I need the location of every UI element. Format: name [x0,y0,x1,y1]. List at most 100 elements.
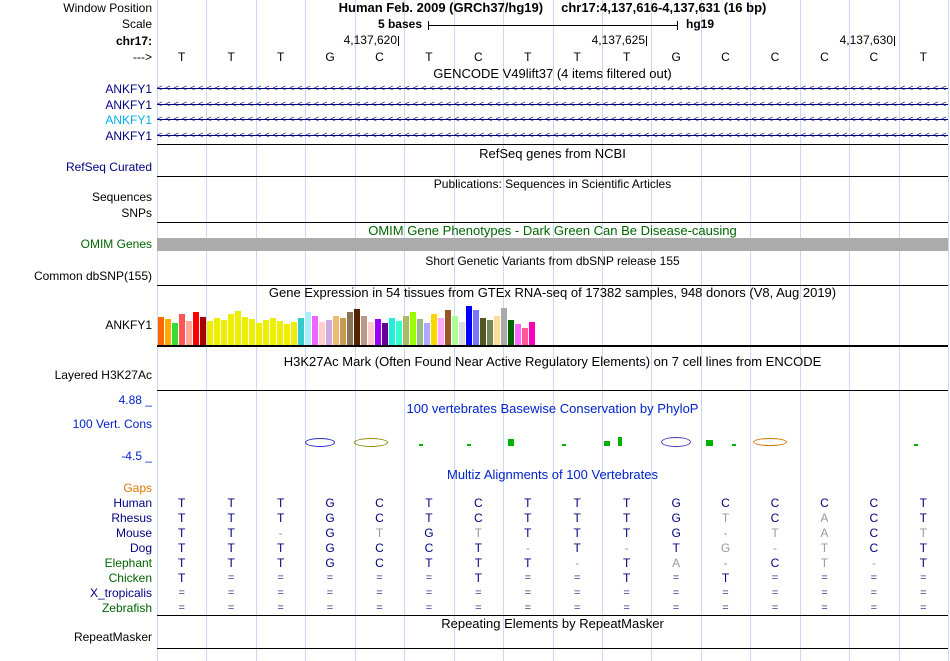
gene-label[interactable]: ANKFY1 [105,129,152,143]
multiz-base: C [375,541,384,555]
multiz-base: = [672,572,680,584]
publications-track-title: Publications: Sequences in Scientific Ar… [433,177,672,191]
sequences-label[interactable]: Sequences [92,190,152,204]
track-separator [157,648,948,649]
gtex-bar [319,322,325,345]
phylop-mark [419,444,423,446]
multiz-base: = [771,572,779,584]
phylop-mark [661,437,691,447]
dbsnp-label[interactable]: Common dbSNP(155) [34,269,152,283]
gene-row[interactable]: <<<<<<<<<<<<<<<<<<<<<<<<<<<<<<<<<<<<<<<<… [157,98,948,111]
multiz-base: T [227,496,235,510]
gtex-gene-label[interactable]: ANKFY1 [105,318,152,332]
gtex-bar [396,321,402,345]
multiz-base: T [276,556,285,570]
species-label[interactable]: Chicken [109,571,152,585]
phylop-track-title: 100 vertebrates Basewise Conservation by… [406,401,699,416]
gene-label[interactable]: ANKFY1 [105,113,152,127]
scale-bar-line [429,25,677,26]
window-position-label: Window Position [63,1,152,15]
multiz-base: - [624,541,629,555]
multiz-base: = [623,587,630,599]
gtex-bar [529,322,535,345]
species-label[interactable]: Elephant [105,556,152,570]
multiz-base: = [870,587,878,599]
species-label[interactable]: Human [113,496,152,510]
gtex-bar [354,309,360,345]
phylop-mark [914,444,918,446]
multiz-base: T [227,526,235,540]
dbsnp-track-title: Short Genetic Variants from dbSNP releas… [425,254,680,268]
multiz-base: T [672,541,680,555]
multiz-base: T [276,511,285,525]
gtex-bar [193,312,199,345]
scale-value: 5 bases [377,17,422,31]
multiz-base: T [820,541,829,555]
multiz-base: T [622,571,631,585]
multiz-base: C [770,556,780,570]
snps-label[interactable]: SNPs [121,206,152,220]
multiz-base: = [574,572,581,584]
scale-assembly: hg19 [686,17,715,31]
base-letter: C [869,50,879,64]
refseq-curated-label[interactable]: RefSeq Curated [66,160,152,174]
gene-label[interactable]: ANKFY1 [105,98,152,112]
track-separator [157,615,948,616]
base-letter: C [375,50,384,64]
gtex-bar [158,317,164,345]
multiz-base: T [227,556,235,570]
multiz-base: - [723,526,728,540]
multiz-base: T [524,496,532,510]
base-letter: G [325,50,335,64]
gtex-bar [494,316,500,345]
multiz-track-title: Multiz Alignments of 100 Vertebrates [446,467,658,482]
multiz-base: G [325,556,335,570]
phylop-mark [562,444,566,446]
species-label[interactable]: Rhesus [111,511,152,525]
omim-genes-label[interactable]: OMIM Genes [81,237,152,251]
multiz-base: - [525,541,530,555]
multiz-base: T [524,526,532,540]
multiz-base: G [671,511,681,525]
gene-row[interactable]: <<<<<<<<<<<<<<<<<<<<<<<<<<<<<<<<<<<<<<<<… [157,82,948,95]
h3k27ac-label[interactable]: Layered H3K27Ac [55,368,152,382]
gtex-bar [389,318,395,345]
h3k27ac-track-title: H3K27Ac Mark (Often Found Near Active Re… [283,354,822,369]
gtex-bar [270,318,276,345]
multiz-base: = [277,587,284,599]
scale-bar [428,21,678,30]
species-label[interactable]: Dog [130,541,152,555]
multiz-base: = [920,572,927,584]
gene-row[interactable]: <<<<<<<<<<<<<<<<<<<<<<<<<<<<<<<<<<<<<<<<… [157,113,948,126]
gtex-bar [200,317,206,345]
multiz-base: T [425,496,433,510]
chromosome-label: chr17: [115,34,152,48]
multiz-base: T [375,526,384,540]
gtex-bar [438,318,444,345]
multiz-base: C [473,511,483,525]
multiz-base: = [722,602,729,614]
gene-label[interactable]: ANKFY1 [105,82,152,96]
multiz-base: C [721,496,730,510]
gene-row[interactable]: <<<<<<<<<<<<<<<<<<<<<<<<<<<<<<<<<<<<<<<<… [157,129,948,142]
multiz-base: T [573,526,581,540]
phylop-label[interactable]: 100 Vert. Cons [73,417,152,431]
multiz-base: G [325,496,335,510]
track-separator [157,390,948,391]
position-tick: 4,137,630 [784,34,895,47]
omim-bar[interactable] [157,238,948,251]
omim-track-title: OMIM Gene Phenotypes - Dark Green Can Be… [368,223,737,238]
species-label[interactable]: Mouse [116,526,152,540]
species-label[interactable]: Zebrafish [102,601,152,615]
multiz-base: - [575,556,580,570]
repeatmasker-label[interactable]: RepeatMasker [74,630,152,644]
species-label[interactable]: X_tropicalis [90,586,152,600]
multiz-base: = [821,572,828,584]
gtex-bar [424,323,430,345]
multiz-base: T [276,496,285,510]
gtex-bar [179,314,185,345]
species-label[interactable]: Gaps [123,481,152,495]
position-range: chr17:4,137,616-4,137,631 (16 bp) [561,0,767,15]
multiz-base: C [869,541,879,555]
gtex-bar [417,319,423,345]
